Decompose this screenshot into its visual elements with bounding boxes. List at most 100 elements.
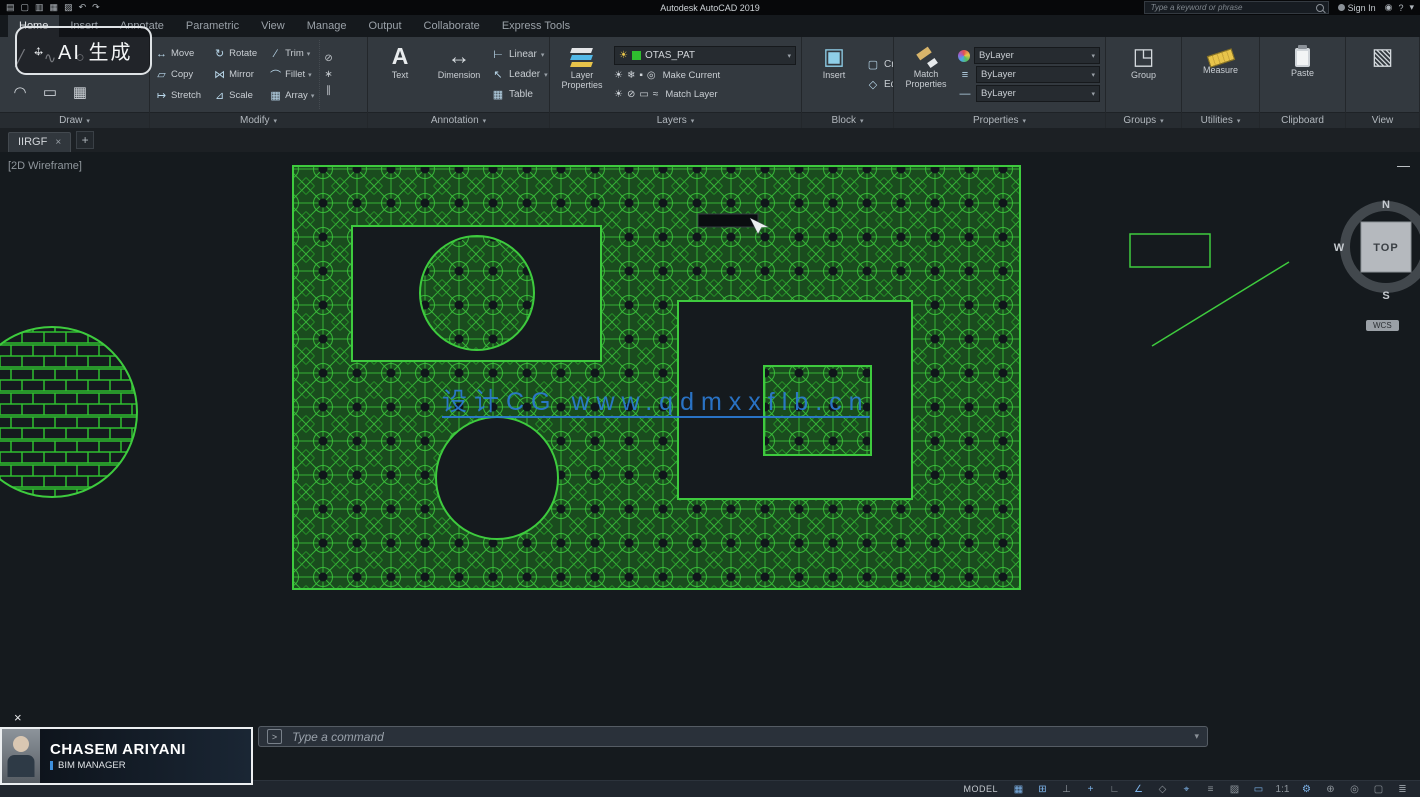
panel-label-modify[interactable]: Modify▾ [150, 112, 367, 128]
hatched-plate[interactable] [293, 166, 1020, 589]
panel-label-draw[interactable]: Draw▾ [0, 112, 149, 128]
modify-tool-button[interactable]: ▱ Copy [155, 65, 204, 84]
linetype-control[interactable]: ≡ ByLayer▾ [958, 66, 1100, 83]
viewcube-north[interactable]: N [1382, 199, 1390, 211]
hatch-icon[interactable]: ▦ [73, 83, 87, 101]
dimension-button[interactable]: ↔ Dimension [432, 40, 486, 109]
modify-tool-button[interactable]: ⌒ Fillet ▾ [269, 65, 314, 84]
annotation-tool-button[interactable]: ↖ Leader ▾ [491, 66, 548, 84]
layer-merge-icon[interactable]: ≈ [653, 89, 659, 100]
layer-lock-icon[interactable]: ▪ [639, 70, 643, 81]
layer-dropdown[interactable]: ☀ OTAS_PAT ▾ [614, 46, 796, 65]
viewcube[interactable]: TOP N W S [1334, 199, 1420, 302]
snap-icon[interactable]: ⊞ [1031, 783, 1054, 796]
new-tab-button[interactable]: + [76, 131, 94, 149]
search-input[interactable] [1149, 2, 1313, 13]
viewcube-west[interactable]: W [1334, 242, 1345, 254]
grid-icon[interactable]: ▦ [1007, 783, 1030, 796]
hatched-circle[interactable] [420, 236, 534, 350]
command-history-chevron-icon[interactable]: ▾ [1194, 731, 1199, 742]
transparency-icon[interactable]: ▨ [1223, 783, 1246, 796]
apps-store-icon[interactable]: ◉ [1385, 2, 1393, 13]
print-icon[interactable]: ▨ [64, 0, 73, 15]
brick-circle[interactable] [0, 327, 137, 497]
rectangle-icon[interactable]: ▭ [43, 83, 57, 101]
block-tool-button[interactable]: ▢ Create [866, 56, 893, 74]
clean-screen-icon[interactable]: ▢ [1367, 783, 1390, 796]
layer-walk-icon[interactable]: ▭ [639, 89, 648, 100]
panel-label-annotation[interactable]: Annotation▾ [368, 112, 549, 128]
drawing-file-tab[interactable]: IIRGF × [8, 132, 71, 152]
ribbon-tab[interactable]: Express Tools [491, 15, 581, 37]
selection-cycling-icon[interactable]: ▭ [1247, 783, 1270, 796]
text-button[interactable]: A Text [373, 40, 427, 109]
ribbon-tab[interactable]: Manage [296, 15, 358, 37]
block-tool-button[interactable]: ◇ Edit [866, 76, 893, 94]
viewport-controls-label[interactable]: [2D Wireframe] [8, 160, 82, 172]
annotation-tool-button[interactable]: ▦ Table [491, 86, 548, 104]
dynamic-input-icon[interactable]: + [1079, 783, 1102, 796]
redo-icon[interactable]: ↷ [92, 0, 100, 15]
paste-button[interactable]: Paste [1276, 40, 1330, 109]
layer-off-icon[interactable]: ☀ [614, 70, 623, 81]
customize-icon[interactable]: ≣ [1391, 783, 1414, 796]
modify-tool-button[interactable]: ↔ Move [155, 44, 204, 63]
diagonal-line[interactable] [1152, 262, 1289, 346]
ribbon-tab[interactable]: Output [358, 15, 413, 37]
erase-icon[interactable]: ⊘ [324, 53, 332, 64]
annotation-tool-button[interactable]: ⊢ Linear ▾ [491, 46, 548, 64]
ribbon-tab[interactable]: Collaborate [413, 15, 491, 37]
model-space-button[interactable]: MODEL [955, 784, 1006, 794]
modify-tool-button[interactable]: ↻ Rotate [213, 44, 260, 63]
modify-tool-button[interactable]: ↦ Stretch [155, 86, 204, 105]
ribbon-tab[interactable]: View [250, 15, 296, 37]
polar-tracking-icon[interactable]: ∠ [1127, 783, 1150, 796]
lineweight-control[interactable]: — ByLayer▾ [958, 85, 1100, 102]
panel-label-utilities[interactable]: Utilities▾ [1182, 112, 1259, 128]
view-tool-button[interactable]: ▧ [1356, 40, 1410, 109]
new-file-icon[interactable]: ▢ [21, 0, 30, 15]
open-file-icon[interactable]: ▥ [35, 0, 44, 15]
panel-label-properties[interactable]: Properties▾ [894, 112, 1105, 128]
ortho-icon[interactable]: ∟ [1103, 783, 1126, 796]
wcs-badge[interactable]: WCS [1366, 320, 1399, 331]
panel-label-block[interactable]: Block▾ [802, 112, 893, 128]
drawing-canvas[interactable]: TOP N W S [2D Wireframe] — WCS 设计CG www.… [0, 152, 1420, 797]
isolate-objects-icon[interactable]: ◎ [1343, 783, 1366, 796]
layer-delete-icon[interactable]: ⊘ [627, 89, 635, 100]
panel-label-groups[interactable]: Groups▾ [1106, 112, 1181, 128]
modify-tool-button[interactable]: ⋈ Mirror [213, 65, 260, 84]
ribbon-tab[interactable]: Parametric [175, 15, 250, 37]
help-icon[interactable]: ? [1398, 3, 1403, 13]
object-color-control[interactable]: ByLayer▾ [958, 47, 1100, 64]
measure-button[interactable]: Measure [1194, 40, 1248, 109]
viewcube-south[interactable]: S [1382, 290, 1389, 302]
osnap-icon[interactable]: ⌖ [1175, 783, 1198, 796]
match-properties-button[interactable]: Match Properties [899, 40, 953, 109]
arc-icon[interactable]: ◠ [13, 83, 26, 101]
command-input[interactable] [290, 729, 1186, 745]
offset-icon[interactable]: ∥ [324, 85, 332, 96]
layer-properties-button[interactable]: Layer Properties [555, 40, 609, 109]
explode-icon[interactable]: ∗ [324, 69, 332, 80]
lineweight-icon[interactable]: ≡ [1199, 783, 1222, 796]
search-icon[interactable] [1316, 4, 1324, 12]
modify-tool-button[interactable]: ∕ Trim ▾ [269, 44, 314, 63]
layer-isolate-icon[interactable]: ◎ [647, 70, 656, 81]
group-button[interactable]: ◳ Group [1117, 40, 1171, 109]
lower-third-close-icon[interactable]: × [14, 710, 22, 725]
panel-label-clipboard[interactable]: Clipboard [1260, 112, 1345, 128]
panel-label-view[interactable]: View [1346, 112, 1419, 128]
make-current-button[interactable]: Make Current [663, 70, 721, 81]
layer-freeze-icon[interactable]: ❄ [627, 70, 635, 81]
close-tab-icon[interactable]: × [55, 137, 61, 148]
options-dropdown-icon[interactable]: ▾ [1409, 2, 1414, 13]
small-rectangle[interactable] [1130, 234, 1210, 267]
layer-unisolate-icon[interactable]: ☀ [614, 89, 623, 100]
save-icon[interactable]: ▦ [50, 0, 59, 15]
isodraft-icon[interactable]: ◇ [1151, 783, 1174, 796]
app-menu-icon[interactable]: ▤ [6, 0, 15, 15]
modify-tool-button[interactable]: ⊿ Scale [213, 86, 260, 105]
modify-tool-button[interactable]: ▦ Array ▾ [269, 86, 314, 105]
undo-icon[interactable]: ↶ [79, 0, 87, 15]
